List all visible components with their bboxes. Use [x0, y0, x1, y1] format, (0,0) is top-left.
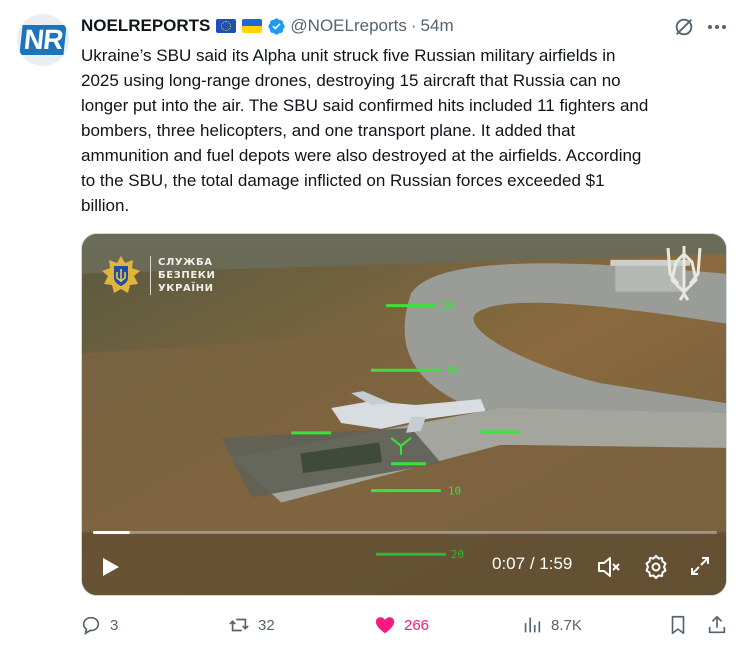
share-icon [708, 615, 726, 634]
like-button[interactable]: 266 [374, 612, 429, 638]
tweet-header: NOELREPORTS @NOELreports · 54m [81, 15, 454, 37]
video-timestamp: 0:07 / 1:59 [492, 554, 572, 574]
share-button[interactable] [706, 612, 728, 638]
avatar-logo-text: NR [19, 24, 67, 55]
sbu-line-1: СЛУЖБА [158, 256, 213, 268]
sbu-line-3: УКРАЇНИ [158, 282, 214, 294]
repost-icon [229, 618, 249, 632]
verified-badge-icon[interactable] [267, 17, 286, 36]
like-count: 266 [404, 616, 430, 634]
repost-button[interactable]: 32 [228, 612, 275, 638]
settings-gear-icon[interactable] [643, 554, 669, 580]
author-handle[interactable]: @NOELreports [290, 16, 406, 36]
header-separator: · [410, 16, 417, 35]
hud-label: 10 [445, 364, 458, 377]
video-player[interactable]: 20 10 10 20 СЛУЖБА БЕЗПЕКИ УКРАЇНИ 0:07 … [81, 233, 727, 596]
eu-flag-icon [216, 19, 237, 33]
play-icon[interactable] [98, 555, 122, 579]
bookmark-icon [671, 615, 685, 635]
repost-count: 32 [258, 616, 275, 634]
more-options-icon[interactable] [706, 18, 728, 36]
current-time: 0:07 [492, 554, 526, 573]
volume-muted-icon[interactable] [596, 554, 622, 580]
hud-label: 10 [448, 485, 461, 498]
views-button[interactable]: 8.7K [521, 612, 582, 638]
reply-icon [82, 616, 100, 635]
views-chart-icon [524, 617, 541, 633]
grok-icon[interactable] [673, 16, 695, 38]
avatar[interactable]: NR [17, 14, 69, 66]
sbu-line-2: БЕЗПЕКИ [158, 269, 216, 281]
video-controls: 0:07 / 1:59 [82, 539, 726, 595]
reply-button[interactable]: 3 [80, 612, 118, 638]
sbu-shield-icon [102, 256, 140, 293]
fullscreen-icon[interactable] [688, 554, 712, 578]
reply-count: 3 [110, 616, 119, 634]
tweet-actions: 3 32 266 8.7K [0, 612, 748, 638]
author-name[interactable]: NOELREPORTS [81, 16, 210, 36]
trident-emblem-icon [666, 246, 702, 301]
duration: 1:59 [539, 554, 573, 573]
sbu-watermark: СЛУЖБА БЕЗПЕКИ УКРАЇНИ [100, 254, 216, 296]
bookmark-button[interactable] [667, 612, 689, 638]
heart-filled-icon [375, 617, 395, 634]
time-separator: / [525, 554, 540, 573]
views-count: 8.7K [551, 616, 582, 634]
video-progress-fill [93, 531, 131, 534]
post-time[interactable]: 54m [421, 16, 454, 36]
ukraine-flag-icon [242, 19, 263, 33]
video-progress-bar[interactable] [93, 531, 717, 534]
tweet-text: Ukraine’s SBU said its Alpha unit struck… [81, 46, 649, 215]
hud-label: 20 [441, 300, 454, 313]
